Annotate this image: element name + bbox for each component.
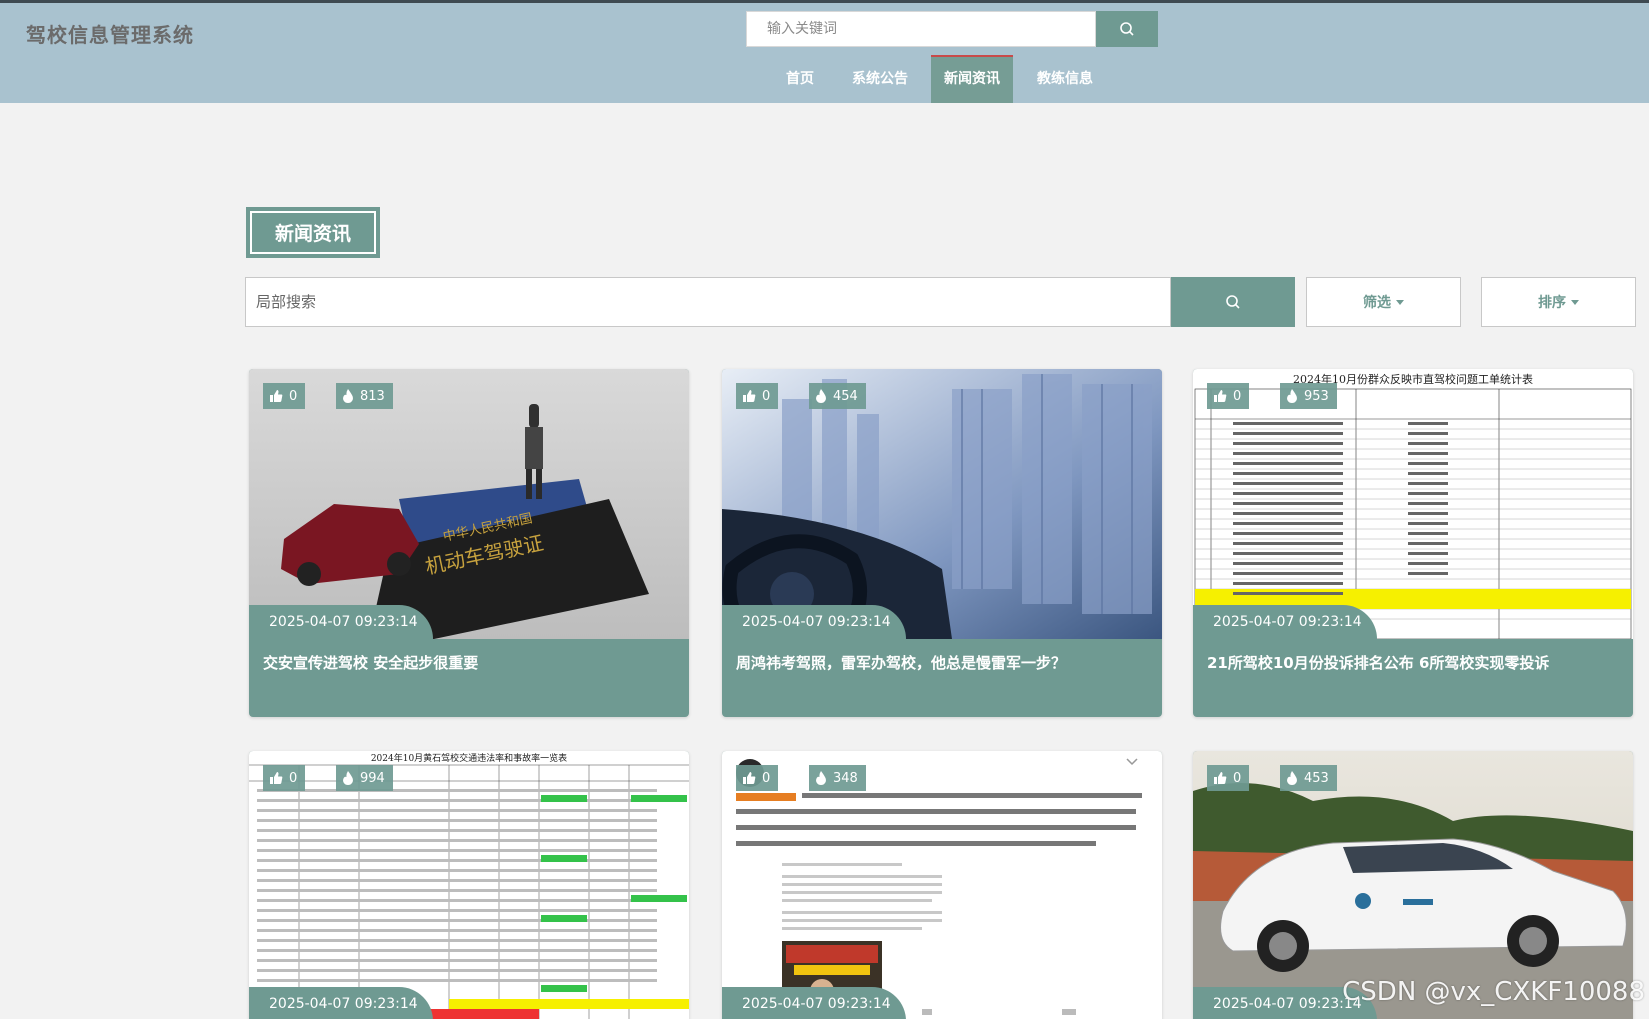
like-count: 0 — [263, 383, 306, 409]
caret-down-icon — [1571, 299, 1579, 305]
global-search-button[interactable] — [1096, 11, 1158, 47]
thumbs-up-icon — [270, 390, 283, 402]
local-search-button[interactable] — [1171, 277, 1295, 327]
view-count: 453 — [1280, 765, 1337, 791]
nav-item-news[interactable]: 新闻资讯 — [931, 55, 1013, 103]
flame-icon — [343, 389, 353, 403]
nav-item-home[interactable]: 首页 — [770, 55, 830, 103]
like-count: 0 — [263, 765, 306, 791]
global-search — [746, 11, 1158, 47]
top-header: 驾校信息管理系统 首页 系统公告 新闻资讯 教练信息 — [0, 0, 1649, 103]
flame-icon — [816, 771, 826, 785]
news-date: 2025-04-07 09:23:14 — [1193, 605, 1377, 639]
news-image-license-car: 中华人民共和国 机动车驾驶证 — [249, 369, 689, 639]
view-count: 454 — [809, 383, 866, 409]
thumbs-up-icon — [743, 772, 756, 784]
news-card[interactable]: 中华人民共和国 机动车驾驶证 0 813 2025-04-07 09:23:14… — [249, 369, 689, 717]
view-count: 348 — [809, 765, 866, 791]
like-count-value: 0 — [1233, 388, 1242, 404]
like-count-value: 0 — [1233, 770, 1242, 786]
global-search-input[interactable] — [746, 11, 1096, 47]
watermark: CSDN @vx_CXKF10088 — [1342, 977, 1645, 1007]
sort-dropdown[interactable]: 排序 — [1481, 277, 1636, 327]
news-image-social-post — [722, 751, 1162, 1019]
flame-icon — [1287, 771, 1297, 785]
like-count-value: 0 — [762, 388, 771, 404]
table-image-title: 2024年10月黄石驾校交通违法率和事故率一览表 — [371, 752, 567, 764]
news-image-complaint-table: 2024年10月份群众反映市直驾校问题工单统计表 — [1193, 369, 1633, 639]
view-count: 953 — [1280, 383, 1337, 409]
section-title: 新闻资讯 — [246, 207, 380, 258]
flame-icon — [343, 771, 353, 785]
news-image-windshield-city — [722, 369, 1162, 639]
news-card[interactable]: 0 348 2025-04-07 09:23:14 — [722, 751, 1162, 1019]
sort-label: 排序 — [1538, 295, 1566, 311]
news-title[interactable]: 交安宣传进驾校 安全起步很重要 — [263, 652, 675, 673]
site-brand[interactable]: 驾校信息管理系统 — [26, 19, 194, 48]
view-count-value: 953 — [1304, 388, 1329, 404]
flame-icon — [816, 389, 826, 403]
news-card[interactable]: 2024年10月黄石驾校交通违法率和事故率一览表 0 994 2025-04-0… — [249, 751, 689, 1019]
search-icon — [1120, 22, 1134, 36]
thumbs-up-icon — [1214, 772, 1227, 784]
news-image-traffic-table: 2024年10月黄石驾校交通违法率和事故率一览表 — [249, 751, 689, 1019]
main-nav: 首页 系统公告 新闻资讯 教练信息 — [0, 55, 1649, 103]
caret-down-icon — [1396, 299, 1404, 305]
view-count-value: 453 — [1304, 770, 1329, 786]
like-count: 0 — [736, 765, 779, 791]
view-count-value: 994 — [360, 770, 385, 786]
nav-item-announcements[interactable]: 系统公告 — [845, 55, 915, 103]
local-search — [245, 277, 1295, 327]
like-count-value: 0 — [289, 770, 298, 786]
view-count: 813 — [336, 383, 393, 409]
section-title-label: 新闻资讯 — [250, 211, 376, 254]
news-date: 2025-04-07 09:23:14 — [722, 605, 906, 639]
news-card[interactable]: 2024年10月份群众反映市直驾校问题工单统计表 0 953 2025-04-0… — [1193, 369, 1633, 717]
search-icon — [1226, 295, 1240, 309]
thumbs-up-icon — [743, 390, 756, 402]
like-count: 0 — [1207, 765, 1250, 791]
like-count-value: 0 — [289, 388, 298, 404]
news-date: 2025-04-07 09:23:14 — [249, 605, 433, 639]
news-date: 2025-04-07 09:23:14 — [722, 987, 906, 1019]
thumbs-up-icon — [270, 772, 283, 784]
view-count: 994 — [336, 765, 393, 791]
thumbs-up-icon — [1214, 390, 1227, 402]
local-search-input[interactable] — [245, 277, 1171, 327]
view-count-value: 454 — [833, 388, 858, 404]
news-card[interactable]: 0 454 2025-04-07 09:23:14 周鸿祎考驾照，雷军办驾校，他… — [722, 369, 1162, 717]
view-count-value: 813 — [360, 388, 385, 404]
news-date: 2025-04-07 09:23:14 — [249, 987, 433, 1019]
filter-dropdown[interactable]: 筛选 — [1306, 277, 1461, 327]
like-count: 0 — [736, 383, 779, 409]
like-count-value: 0 — [762, 770, 771, 786]
news-title[interactable]: 21所驾校10月份投诉排名公布 6所驾校实现零投诉 — [1207, 652, 1619, 673]
flame-icon — [1287, 389, 1297, 403]
like-count: 0 — [1207, 383, 1250, 409]
view-count-value: 348 — [833, 770, 858, 786]
nav-item-coaches[interactable]: 教练信息 — [1030, 55, 1100, 103]
filter-label: 筛选 — [1363, 295, 1391, 311]
news-title[interactable]: 周鸿祎考驾照，雷军办驾校，他总是慢雷军一步？ — [736, 652, 1148, 673]
